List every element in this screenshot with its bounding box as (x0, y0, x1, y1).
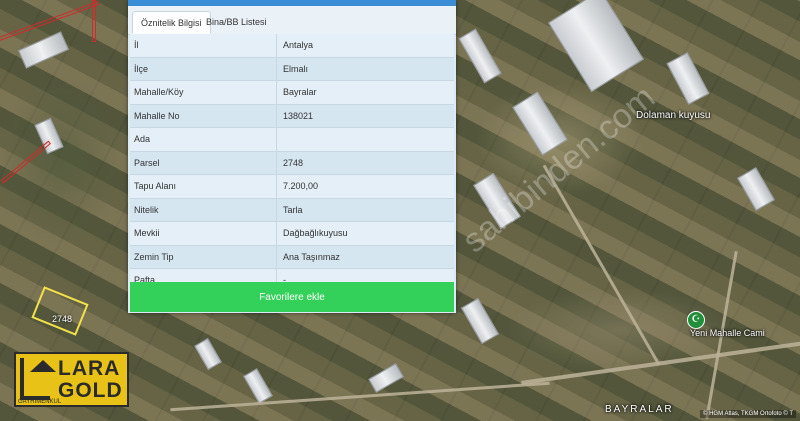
place-label-mosque: Yeni Mahalle Cami (690, 328, 765, 338)
row-key: İl (134, 40, 139, 50)
logo-text-line1: LARA (58, 357, 121, 380)
row-key: Mahalle No (134, 110, 180, 121)
greenhouse (460, 297, 500, 345)
attribute-table: İl Antalya İlçe Elmalı Mahalle/Köy Bayralar… (130, 34, 454, 293)
parcel-number-label: 2748 (52, 314, 73, 324)
table-row: Mevkii Dağbağlıkuyusu (130, 222, 454, 246)
row-key: Mahalle/Köy (134, 87, 184, 97)
road (521, 339, 800, 385)
greenhouse (666, 52, 710, 105)
row-key: Ada (134, 134, 151, 144)
place-label-doloman: Dolaman kuyusu (636, 110, 711, 121)
row-key: Nitelik (134, 204, 159, 215)
company-logo: LARA GOLD GAYRIMENKUL (14, 352, 129, 407)
greenhouse (736, 167, 776, 211)
table-row: Parsel 2748 (130, 151, 454, 175)
add-to-favorites-button[interactable]: Favorilere ekle (130, 282, 454, 312)
greenhouse (547, 0, 645, 93)
greenhouse (17, 31, 70, 69)
greenhouse (458, 28, 502, 84)
table-row: İlçe Elmalı (130, 57, 454, 81)
row-value: Bayralar (276, 81, 317, 104)
table-row: İl Antalya (130, 34, 454, 58)
selected-parcel-outline[interactable] (31, 286, 89, 336)
row-key: Parsel (134, 157, 160, 168)
logo-subtitle: GAYRIMENKUL (18, 399, 62, 405)
place-label-village: BAYRALAR (605, 404, 674, 415)
attribute-info-panel: Öznitelik Bilgisi Bina/BB Listesi İl Anta… (128, 0, 456, 313)
row-value: Tarla (276, 198, 303, 221)
row-value: 138021 (276, 104, 313, 127)
row-value: 7.200,00 (276, 175, 318, 198)
row-key: Zemin Tip (134, 251, 174, 262)
table-row: Ada (130, 128, 454, 152)
table-row: Zemin Tip Ana Taşınmaz (130, 245, 454, 269)
greenhouse (243, 368, 273, 404)
table-row: Mahalle No 138021 (130, 104, 454, 128)
boundary-line (92, 0, 96, 42)
row-value: Elmalı (276, 57, 308, 80)
road (170, 381, 550, 412)
row-key: Tapu Alanı (134, 181, 177, 191)
table-row: Tapu Alanı 7.200,00 (130, 175, 454, 199)
row-key: Mevkii (134, 228, 160, 238)
row-value: Ana Taşınmaz (276, 245, 340, 268)
table-row: Nitelik Tarla (130, 198, 454, 222)
logo-icon (20, 358, 56, 400)
greenhouse (194, 337, 222, 371)
table-row: Mahalle/Köy Bayralar (130, 81, 454, 105)
mosque-icon: ☪ (687, 311, 705, 329)
row-value: Dağbağlıkuyusu (276, 222, 348, 245)
watermark: sahibinden.com (455, 78, 663, 261)
row-value: 2748 (276, 151, 303, 174)
row-value: Antalya (276, 34, 313, 57)
row-value (276, 128, 283, 151)
road (542, 164, 661, 366)
greenhouse (368, 363, 404, 393)
row-key: İlçe (134, 63, 149, 74)
boundary-line (0, 140, 52, 184)
map-attribution: © HGM Atlas, TKGM Ortofoto © T (700, 410, 796, 418)
panel-tabs: Öznitelik Bilgisi Bina/BB Listesi (128, 6, 456, 35)
tab-building-list[interactable]: Bina/BB Listesi (198, 11, 275, 34)
logo-text-line2: GOLD (58, 379, 123, 402)
